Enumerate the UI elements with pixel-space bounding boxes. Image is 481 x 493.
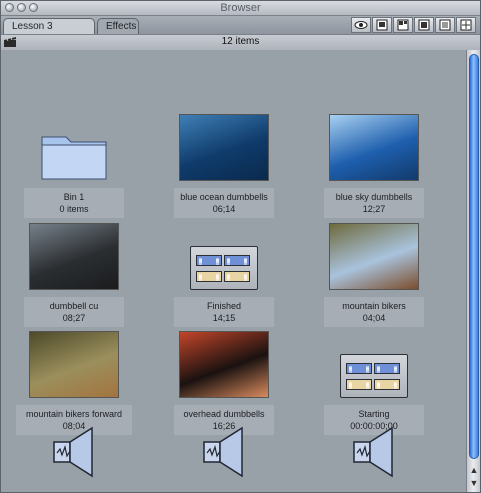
audio-file-icon[interactable] — [202, 426, 246, 478]
audio-item[interactable]: working out.aif — [319, 367, 429, 492]
audio-item[interactable]: surfing jimbo.aif — [169, 367, 279, 492]
small-icon-view-icon[interactable] — [414, 17, 434, 33]
scroll-up-arrow-icon[interactable]: ▲ — [468, 464, 480, 476]
vertical-scrollbar[interactable]: ▲ ▼ — [466, 50, 480, 492]
browser-content: Bin 10 items blue ocean dumbbells 06;14 blu… — [1, 50, 466, 492]
audio-file-icon[interactable] — [52, 426, 96, 478]
sequence-icon[interactable] — [190, 246, 258, 290]
medium-icon-view-icon[interactable] — [393, 17, 413, 33]
clip-thumbnail-icon[interactable] — [329, 114, 419, 181]
tab-bar: Lesson 3 Project Effects — [1, 16, 480, 48]
scroll-down-arrow-icon[interactable]: ▼ — [468, 477, 480, 489]
info-bar: 12 items — [1, 34, 480, 51]
clip-thumbnail-icon[interactable] — [329, 223, 419, 290]
window-title: Browser — [220, 2, 261, 14]
tab-lesson-3-project[interactable]: Lesson 3 Project — [3, 18, 95, 48]
eye-icon[interactable] — [351, 17, 371, 33]
view-toolbar — [351, 17, 476, 33]
clip-thumbnail-icon[interactable] — [179, 114, 269, 181]
browser-window: Browser Lesson 3 Project Effects — [0, 0, 481, 493]
title-bar[interactable]: Browser — [1, 1, 480, 16]
clip-thumbnail-icon[interactable] — [29, 223, 119, 290]
item-count: 12 items — [221, 36, 260, 47]
audio-item[interactable]: surfing dan.aif — [19, 367, 129, 492]
scroll-thumb[interactable] — [469, 54, 479, 459]
text-view-icon[interactable] — [435, 17, 455, 33]
list-view-icon[interactable] — [456, 17, 476, 33]
tab-effects[interactable]: Effects — [97, 18, 139, 34]
large-icon-view-icon[interactable] — [372, 17, 392, 33]
audio-file-icon[interactable] — [352, 426, 396, 478]
folder-icon[interactable] — [40, 129, 108, 181]
